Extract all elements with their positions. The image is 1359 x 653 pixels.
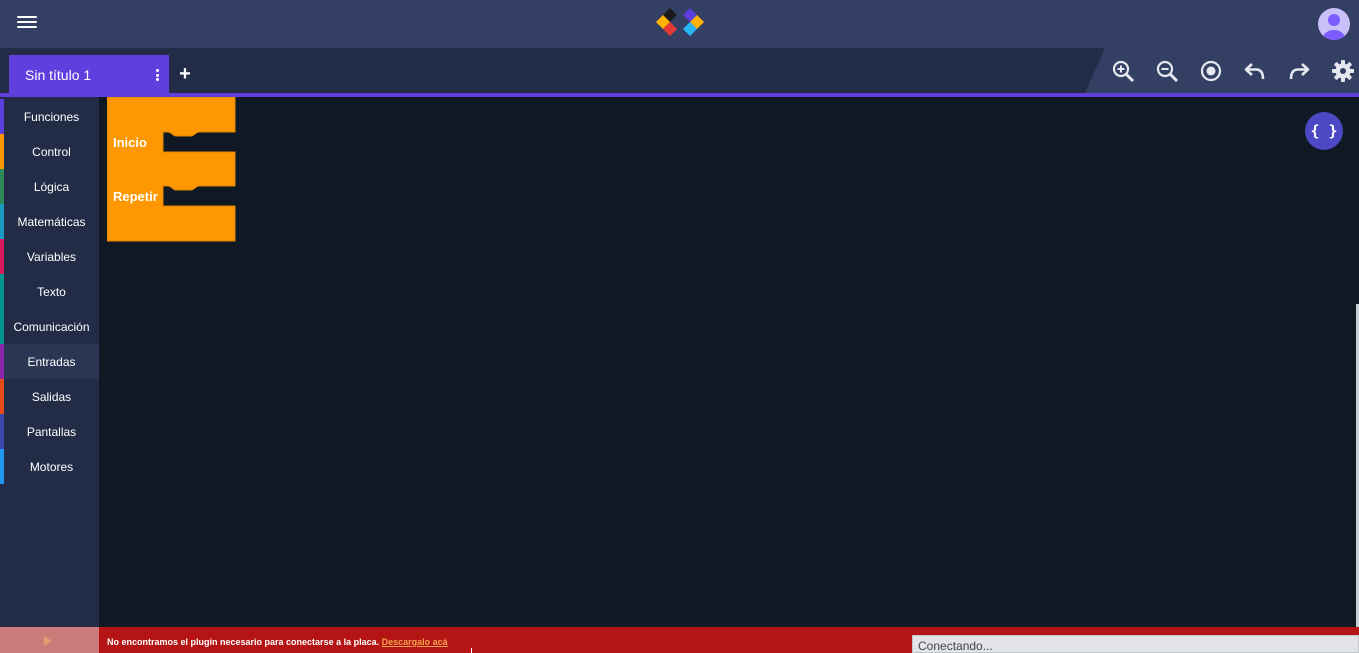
category-label: Texto	[37, 285, 66, 299]
redo-icon[interactable]	[1287, 59, 1311, 83]
category-label: Matemáticas	[17, 215, 86, 229]
category-salidas[interactable]: Salidas	[0, 379, 99, 414]
user-avatar-icon[interactable]	[1318, 8, 1350, 40]
inicio-repetir-block[interactable]: Inicio Repetir	[106, 96, 237, 248]
notice-message: No encontramos el plugin necesario para …	[107, 637, 380, 647]
recenter-icon[interactable]	[1199, 59, 1223, 83]
hamburger-menu-icon[interactable]	[17, 16, 37, 32]
block-shape	[106, 96, 236, 242]
category-sidebar: Funciones Control Lógica Matemáticas Var…	[0, 97, 99, 627]
category-comunicacion[interactable]: Comunicación	[0, 309, 99, 344]
category-motores[interactable]: Motores	[0, 449, 99, 484]
category-label: Entradas	[27, 355, 76, 369]
category-pantallas[interactable]: Pantallas	[0, 414, 99, 449]
category-label: Control	[32, 145, 71, 159]
category-logica[interactable]: Lógica	[0, 169, 99, 204]
plugin-notice-text: No encontramos el plugin necesario para …	[107, 637, 448, 647]
category-label: Comunicación	[13, 320, 90, 334]
zoom-out-icon[interactable]	[1155, 59, 1179, 83]
zoom-in-icon[interactable]	[1111, 59, 1135, 83]
download-link[interactable]: Descargalo acá	[382, 637, 448, 647]
category-label: Funciones	[23, 110, 80, 124]
category-label: Variables	[26, 250, 77, 264]
diamond-logo-icon	[656, 8, 704, 36]
category-entradas[interactable]: Entradas	[0, 344, 99, 379]
category-texto[interactable]: Texto	[0, 274, 99, 309]
add-tab-button[interactable]: +	[176, 64, 194, 84]
category-funciones[interactable]: Funciones	[0, 99, 99, 134]
connection-status-text: Conectando...	[918, 639, 993, 653]
code-view-button[interactable]: { }	[1305, 112, 1343, 150]
category-label: Lógica	[33, 180, 70, 194]
block-label-repetir: Repetir	[113, 189, 158, 204]
category-control[interactable]: Control	[0, 134, 99, 169]
tab-sin-titulo-1[interactable]: Sin título 1	[9, 55, 169, 93]
tab-label: Sin título 1	[25, 67, 92, 83]
category-label: Salidas	[31, 390, 72, 404]
category-variables[interactable]: Variables	[0, 239, 99, 274]
settings-icon[interactable]	[1331, 59, 1355, 83]
connection-status: Conectando...	[912, 635, 1359, 653]
category-label: Motores	[29, 460, 74, 474]
undo-icon[interactable]	[1243, 59, 1267, 83]
tab-menu-icon[interactable]	[156, 69, 159, 81]
category-matematicas[interactable]: Matemáticas	[0, 204, 99, 239]
text-cursor	[471, 648, 472, 653]
category-label: Pantallas	[26, 425, 77, 439]
block-label-inicio: Inicio	[113, 135, 147, 150]
play-icon[interactable]	[44, 636, 52, 646]
